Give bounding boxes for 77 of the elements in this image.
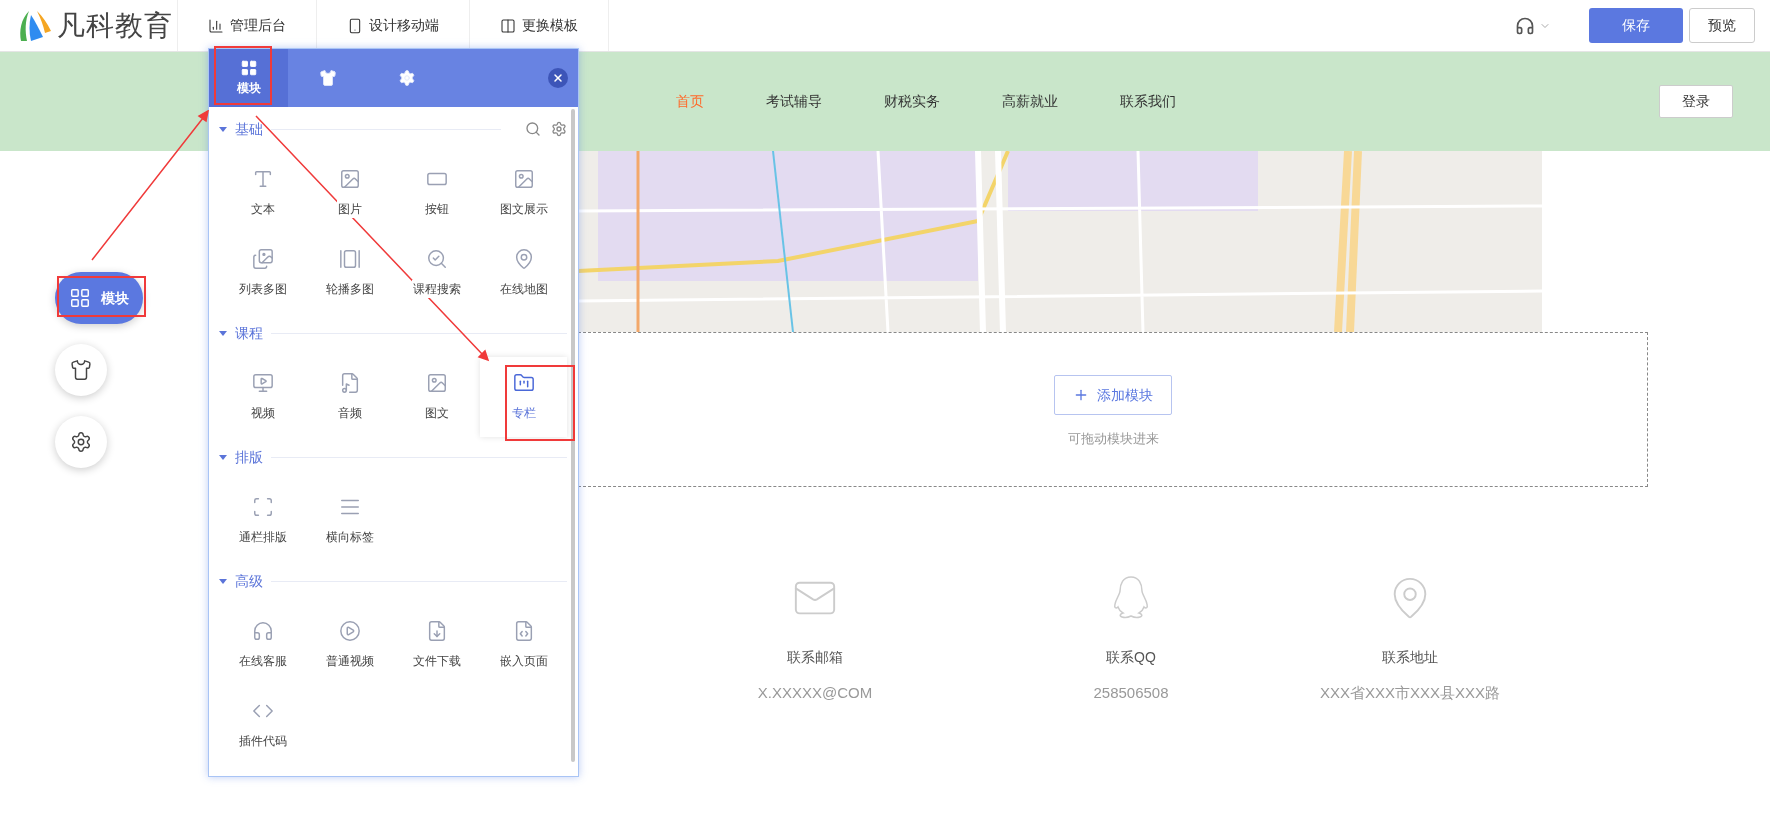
highlight-frame [214,46,272,105]
module-item[interactable]: 图文 [393,357,480,437]
grid-icon [69,287,91,309]
contact-value: X.XXXXX@COM [757,683,873,703]
module-item[interactable]: 嵌入页面 [480,605,567,685]
module-item[interactable]: 视频 [219,357,306,437]
caret-icon [219,330,227,336]
module-item[interactable]: 文件下载 [393,605,480,685]
module-item[interactable]: 横向标签 [306,481,393,561]
settings-icon [397,69,416,87]
settings-icon [70,431,92,453]
carousel-icon [338,248,361,270]
headset-icon[interactable] [1515,15,1535,36]
module-item[interactable]: 列表多图 [219,233,306,313]
login-button[interactable]: 登录 [1659,85,1733,118]
module-item[interactable]: 专栏 [480,357,567,437]
folder-list-icon [512,372,535,394]
bar-chart-icon [208,17,224,34]
image-icon [338,168,361,190]
section-toggle[interactable]: 排版 [219,446,263,468]
close-icon [552,72,564,84]
search-icon[interactable] [525,121,541,137]
images-icon [251,248,274,270]
shirt-icon [70,359,92,381]
contact-label: 联系邮箱 [787,648,843,667]
site-nav-link[interactable]: 高薪就业 [1002,91,1058,112]
logo-text: 凡科教育 [57,11,173,40]
top-nav-link[interactable]: 更换模板 [500,15,578,36]
picture-frame-icon [425,372,448,394]
caret-icon [219,126,227,132]
side-button[interactable] [55,416,107,468]
preview-button[interactable]: 预览 [1689,8,1755,43]
module-item[interactable]: 在线地图 [480,233,567,313]
module-item[interactable]: 通栏排版 [219,481,306,561]
phone-icon [347,17,363,34]
section-toggle[interactable]: 课程 [219,322,263,344]
caret-icon [219,454,227,460]
close-button[interactable] [548,68,568,88]
side-button[interactable] [55,344,107,396]
scrollbar[interactable] [571,109,575,762]
add-icon [1073,387,1089,403]
section-toggle[interactable]: 高级 [219,570,263,592]
monitor-play-icon [251,372,274,394]
module-item[interactable]: 在线客服 [219,605,306,685]
columns-icon [500,17,516,34]
frame-corners-icon [251,496,274,518]
module-item[interactable]: 插件代码 [219,685,306,765]
contact-value: 258506508 [1093,683,1169,703]
top-nav-link[interactable]: 设计移动端 [347,15,439,36]
caret-icon [219,578,227,584]
module-item[interactable]: 按钮 [393,153,480,233]
contact-value: XXX省XXX市XXX县XXX路 [1319,683,1501,703]
module-item[interactable]: 音频 [306,357,393,437]
play-circle-icon [338,620,361,642]
save-button[interactable]: 保存 [1589,8,1683,43]
section-toggle[interactable]: 基础 [219,118,263,140]
search-frame-icon [425,248,448,270]
site-nav-link[interactable]: 联系我们 [1120,91,1176,112]
add-module-button[interactable]: 添加模块 [1054,375,1172,415]
picture-frame-icon [512,168,535,190]
module-item[interactable]: 普通视频 [306,605,393,685]
panel-tab[interactable]: 模块 [209,49,288,107]
settings-icon[interactable] [551,121,567,137]
site-nav-link[interactable]: 考试辅导 [766,91,822,112]
top-nav-link[interactable]: 管理后台 [208,15,286,36]
site-nav-link[interactable]: 财税实务 [884,91,940,112]
contact-label: 联系QQ [1106,648,1156,667]
headset-icon [251,620,274,642]
grid-icon [239,59,258,77]
module-item[interactable]: 图文展示 [480,153,567,233]
side-button[interactable]: 模块 [55,272,143,324]
drop-hint: 可拖动模块进来 [1067,430,1159,448]
penguin-icon [1111,575,1151,621]
shirt-icon [318,69,337,87]
contact-label: 联系地址 [1382,648,1438,667]
module-item[interactable]: 文本 [219,153,306,233]
module-item[interactable]: 轮播多图 [306,233,393,313]
